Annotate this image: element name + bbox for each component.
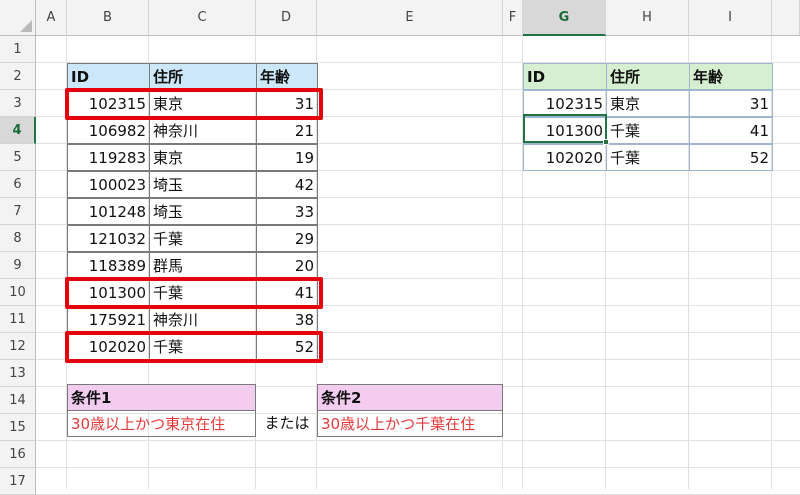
- highlight-box: [65, 88, 323, 120]
- source-table-header-cell[interactable]: 住所: [149, 63, 257, 90]
- gridline-horizontal: [36, 467, 800, 468]
- source-table-cell[interactable]: 東京: [149, 144, 257, 171]
- result-table-cell[interactable]: 千葉: [606, 144, 690, 171]
- source-table-cell[interactable]: 101248: [67, 198, 150, 225]
- column-header-h[interactable]: H: [606, 0, 689, 36]
- column-header-extra[interactable]: [772, 0, 800, 36]
- source-table-cell[interactable]: 群馬: [149, 252, 257, 279]
- row-header-9[interactable]: 9: [0, 252, 36, 279]
- source-table-cell[interactable]: 38: [256, 306, 318, 333]
- or-connector-label[interactable]: または: [256, 410, 318, 437]
- row-header-16[interactable]: 16: [0, 441, 36, 468]
- source-table-cell[interactable]: 118389: [67, 252, 150, 279]
- source-table-header-cell[interactable]: ID: [67, 63, 150, 90]
- result-table-header-cell[interactable]: ID: [523, 63, 607, 90]
- column-header-a[interactable]: A: [36, 0, 67, 36]
- column-header-e[interactable]: E: [317, 0, 503, 36]
- row-header-2[interactable]: 2: [0, 63, 36, 90]
- row-header-15[interactable]: 15: [0, 414, 36, 441]
- row-header-5[interactable]: 5: [0, 144, 36, 171]
- row-header-11[interactable]: 11: [0, 306, 36, 333]
- source-table-cell[interactable]: 42: [256, 171, 318, 198]
- result-table-header-cell[interactable]: 年齢: [689, 63, 773, 90]
- row-header-12[interactable]: 12: [0, 333, 36, 360]
- highlight-box: [65, 331, 323, 363]
- result-table-cell[interactable]: 102315: [523, 90, 607, 117]
- row-header-14[interactable]: 14: [0, 387, 36, 414]
- source-table-cell[interactable]: 千葉: [149, 225, 257, 252]
- result-table-cell[interactable]: 東京: [606, 90, 690, 117]
- row-header-17[interactable]: 17: [0, 468, 36, 495]
- column-header-c[interactable]: C: [149, 0, 256, 36]
- condition1-header[interactable]: 条件1: [67, 384, 256, 411]
- column-header-b[interactable]: B: [67, 0, 149, 36]
- source-table-cell[interactable]: 19: [256, 144, 318, 171]
- fill-handle[interactable]: [603, 139, 609, 145]
- source-table-header-cell[interactable]: 年齢: [256, 63, 318, 90]
- gridline-horizontal: [36, 440, 800, 441]
- source-table-cell[interactable]: 埼玉: [149, 171, 257, 198]
- row-header-6[interactable]: 6: [0, 171, 36, 198]
- column-header-d[interactable]: D: [256, 0, 317, 36]
- source-table-cell[interactable]: 埼玉: [149, 198, 257, 225]
- column-header-i[interactable]: I: [689, 0, 772, 36]
- source-table-cell[interactable]: 29: [256, 225, 318, 252]
- column-header-g[interactable]: G: [523, 0, 606, 36]
- result-table-cell[interactable]: 千葉: [606, 117, 690, 144]
- row-header-10[interactable]: 10: [0, 279, 36, 306]
- result-table-header-cell[interactable]: 住所: [606, 63, 690, 90]
- highlight-box: [65, 277, 323, 309]
- result-table-cell[interactable]: 41: [689, 117, 773, 144]
- condition2-value[interactable]: 30歳以上かつ千葉在住: [317, 410, 503, 437]
- row-header-3[interactable]: 3: [0, 90, 36, 117]
- row-header-1[interactable]: 1: [0, 36, 36, 63]
- source-table-cell[interactable]: 121032: [67, 225, 150, 252]
- source-table-cell[interactable]: 神奈川: [149, 117, 257, 144]
- source-table-cell[interactable]: 神奈川: [149, 306, 257, 333]
- row-header-7[interactable]: 7: [0, 198, 36, 225]
- source-table-cell[interactable]: 20: [256, 252, 318, 279]
- select-all-corner[interactable]: [0, 0, 36, 36]
- column-header-f[interactable]: F: [503, 0, 523, 36]
- condition2-header[interactable]: 条件2: [317, 384, 503, 411]
- row-header-4[interactable]: 4: [0, 117, 36, 144]
- result-table-cell[interactable]: 52: [689, 144, 773, 171]
- condition1-value[interactable]: 30歳以上かつ東京在住: [67, 410, 256, 437]
- row-header-13[interactable]: 13: [0, 360, 36, 387]
- source-table-cell[interactable]: 33: [256, 198, 318, 225]
- source-table-cell[interactable]: 175921: [67, 306, 150, 333]
- result-table-cell[interactable]: 31: [689, 90, 773, 117]
- source-table-cell[interactable]: 106982: [67, 117, 150, 144]
- source-table-cell[interactable]: 21: [256, 117, 318, 144]
- active-cell-selection[interactable]: [523, 114, 607, 143]
- row-header-8[interactable]: 8: [0, 225, 36, 252]
- source-table-cell[interactable]: 119283: [67, 144, 150, 171]
- result-table-cell[interactable]: 102020: [523, 144, 607, 171]
- source-table-cell[interactable]: 100023: [67, 171, 150, 198]
